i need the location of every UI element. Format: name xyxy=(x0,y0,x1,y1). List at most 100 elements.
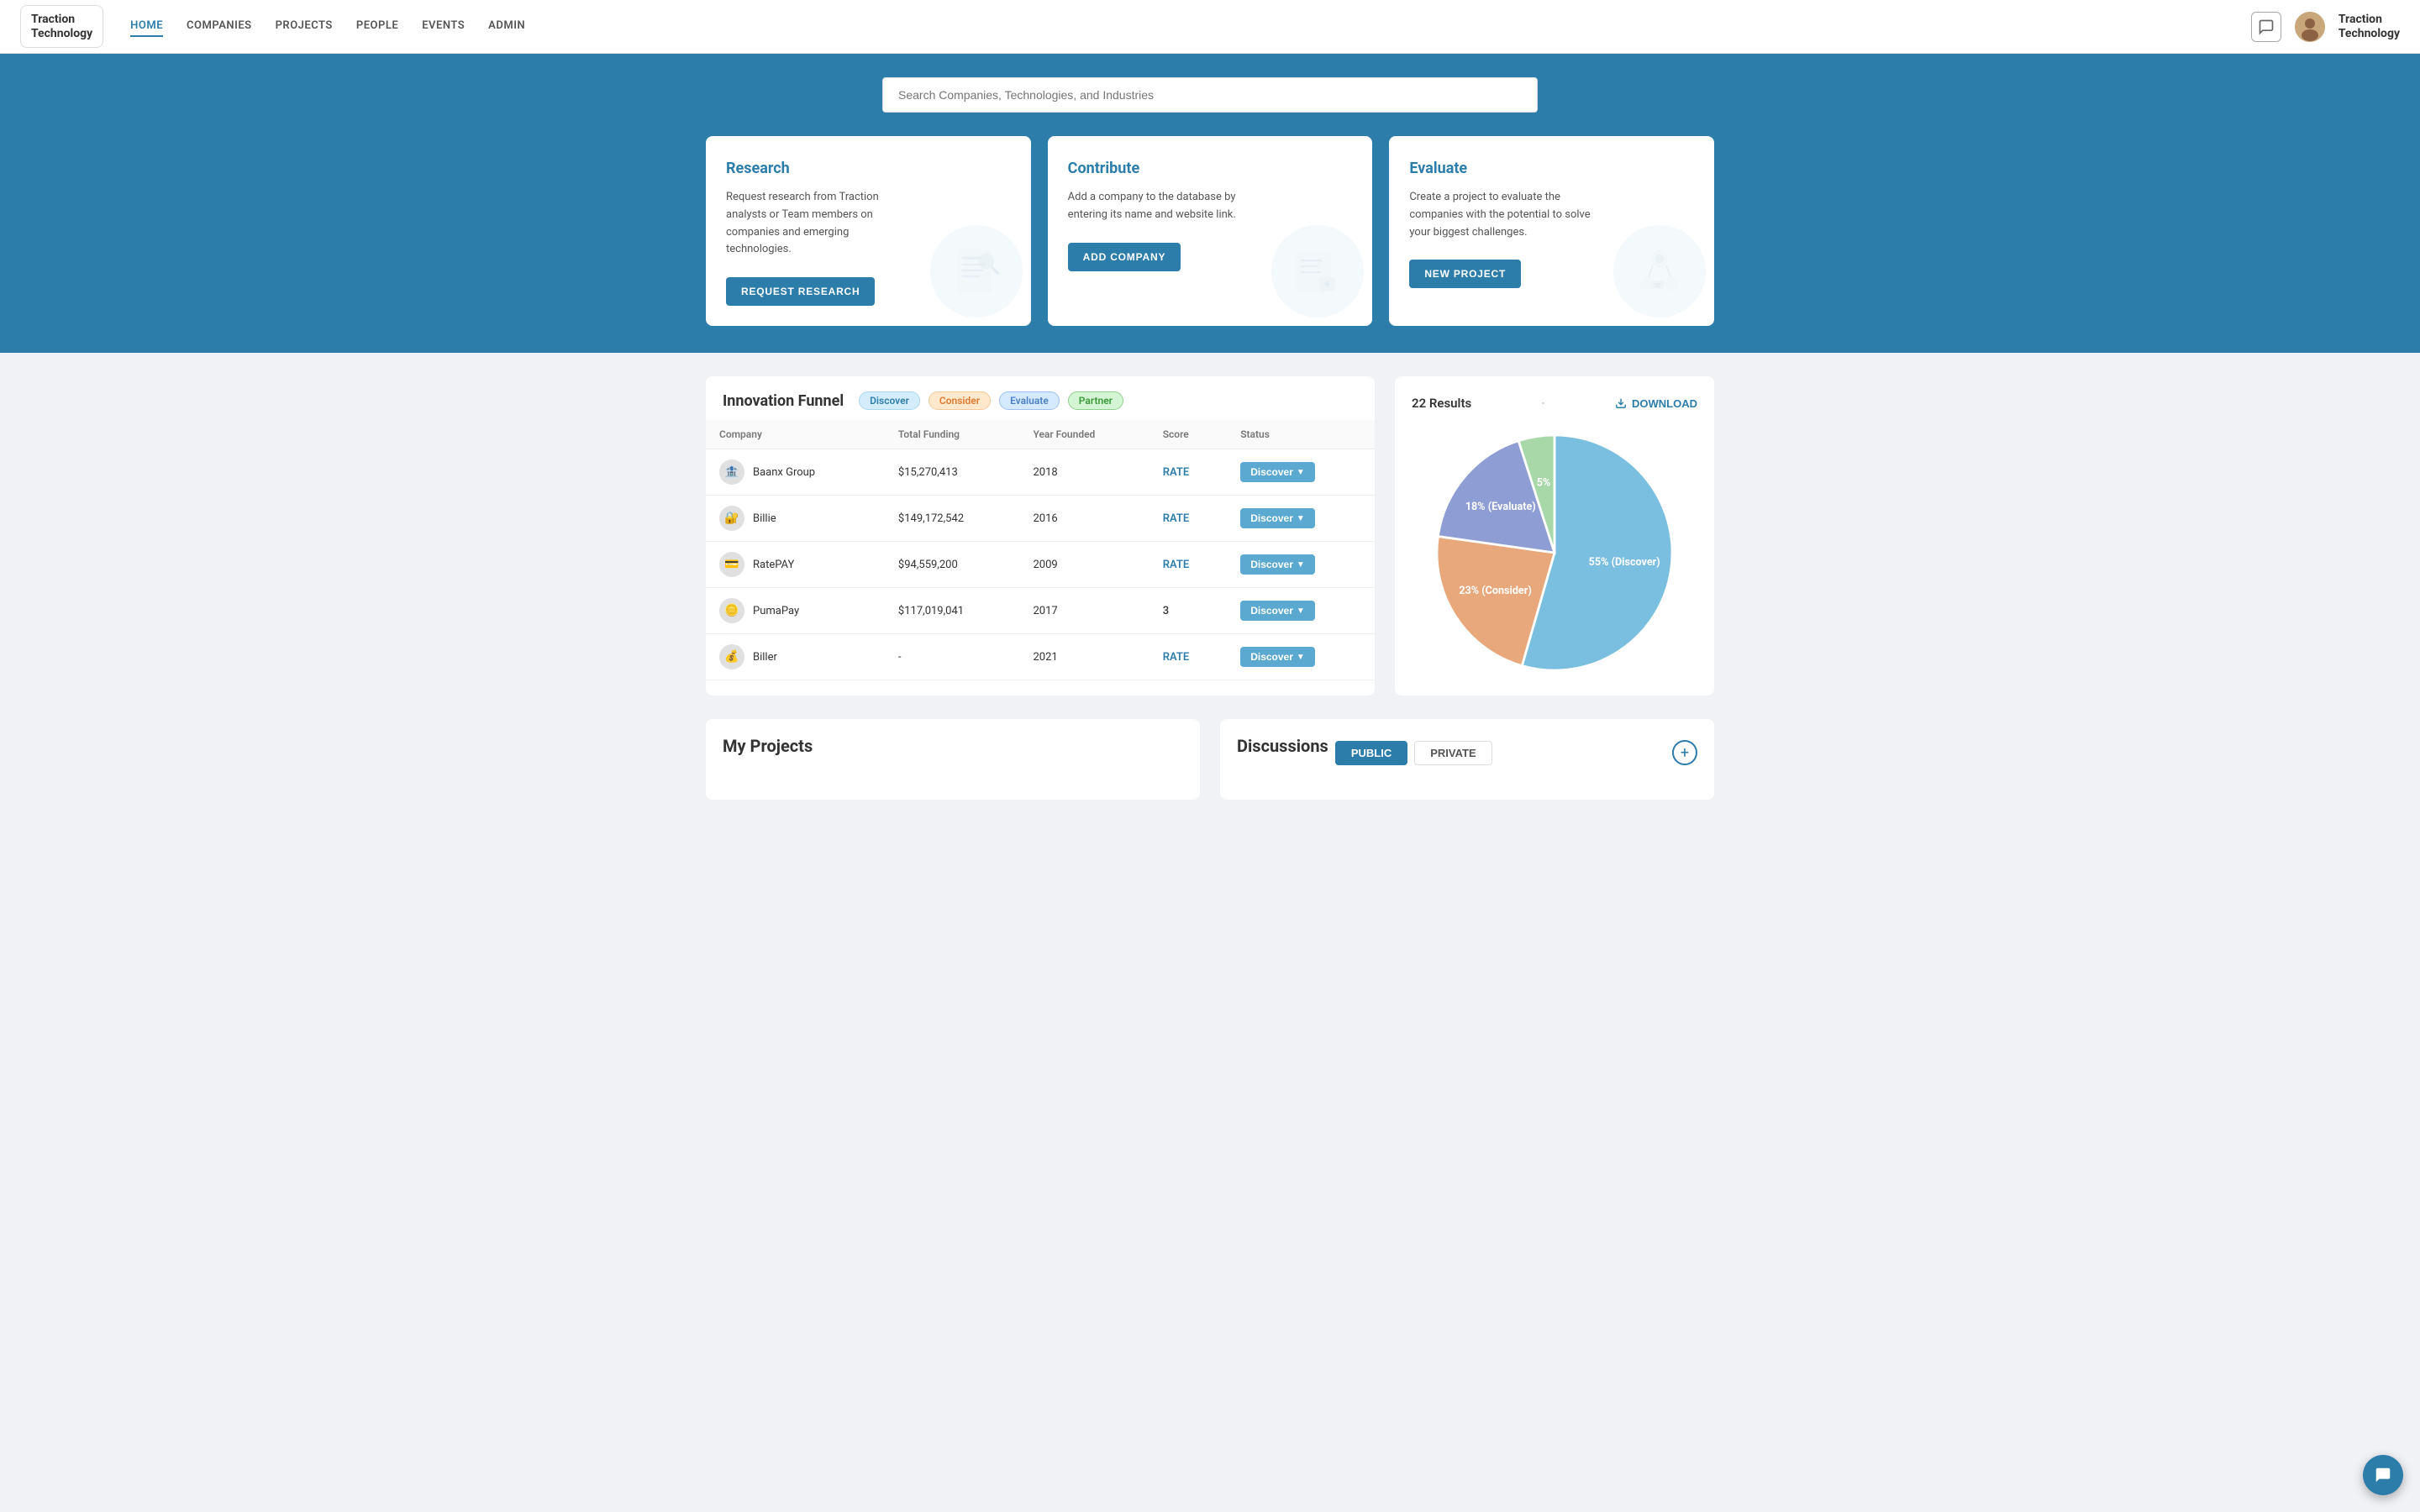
score-value: 3 xyxy=(1163,605,1169,617)
nav-people[interactable]: PEOPLE xyxy=(356,16,398,37)
chat-bubble-icon xyxy=(2374,1466,2392,1484)
navbar: Traction Technology HOME COMPANIES PROJE… xyxy=(0,0,2420,54)
add-company-button[interactable]: ADD COMPANY xyxy=(1068,243,1181,271)
company-logo: 💳 xyxy=(719,552,744,577)
hero-section xyxy=(0,54,2420,136)
main-content: Innovation Funnel Discover Consider Eval… xyxy=(689,353,1731,719)
discussions-public-tab[interactable]: PUBLIC xyxy=(1335,741,1407,765)
company-name[interactable]: Billie xyxy=(753,512,776,525)
company-year: 2018 xyxy=(1019,449,1149,496)
status-button[interactable]: Discover ▼ xyxy=(1240,647,1315,667)
my-projects-card: My Projects xyxy=(706,719,1200,800)
company-cell: 💳 RatePAY xyxy=(719,552,871,577)
chevron-down-icon: ▼ xyxy=(1297,653,1305,662)
logo-line1: Traction xyxy=(31,13,92,27)
research-card: Research Request research from Traction … xyxy=(706,136,1031,326)
research-desc: Request research from Traction analysts … xyxy=(726,189,911,259)
rate-link[interactable]: RATE xyxy=(1163,651,1189,664)
results-header: 22 Results · DOWNLOAD xyxy=(1412,393,1697,413)
company-funding: $15,270,413 xyxy=(885,449,1020,496)
right-panel: 22 Results · DOWNLOAD 55% (Discover)23% … xyxy=(1395,376,1714,696)
company-logo: 💰 xyxy=(719,644,744,669)
discussions-add-button[interactable]: + xyxy=(1672,740,1697,765)
company-funding: $117,019,041 xyxy=(885,588,1020,634)
company-logo: 🏦 xyxy=(719,459,744,485)
nav-events[interactable]: EVENTS xyxy=(422,16,465,37)
col-year: Year Founded xyxy=(1019,420,1149,449)
rate-link[interactable]: RATE xyxy=(1163,466,1189,479)
col-score: Score xyxy=(1150,420,1228,449)
chevron-down-icon: ▼ xyxy=(1297,606,1305,616)
results-separator: · xyxy=(1541,393,1545,413)
funnel-table: Company Total Funding Year Founded Score… xyxy=(706,420,1375,680)
company-name[interactable]: RatePAY xyxy=(753,559,794,571)
company-year: 2021 xyxy=(1019,634,1149,680)
my-projects-title: My Projects xyxy=(723,736,1183,756)
evaluate-card: Evaluate Create a project to evaluate th… xyxy=(1389,136,1714,326)
table-row: 💰 Biller - 2021 RATE Discover ▼ xyxy=(706,634,1375,680)
company-cell: 🪙 PumaPay xyxy=(719,598,871,623)
status-button[interactable]: Discover ▼ xyxy=(1240,554,1315,575)
badge-partner[interactable]: Partner xyxy=(1068,391,1123,410)
nav-home[interactable]: HOME xyxy=(130,16,163,37)
nav-projects[interactable]: PROJECTS xyxy=(276,16,333,37)
contribute-desc: Add a company to the database by enterin… xyxy=(1068,189,1253,224)
download-button[interactable]: DOWNLOAD xyxy=(1615,397,1697,410)
download-icon xyxy=(1615,397,1627,409)
discussions-title: Discussions xyxy=(1237,736,1328,756)
badge-discover[interactable]: Discover xyxy=(859,391,920,410)
company-name[interactable]: Baanx Group xyxy=(753,466,815,479)
funnel-title: Innovation Funnel xyxy=(723,392,844,410)
chevron-down-icon: ▼ xyxy=(1297,514,1305,523)
company-year: 2017 xyxy=(1019,588,1149,634)
status-button[interactable]: Discover ▼ xyxy=(1240,508,1315,528)
table-row: 🪙 PumaPay $117,019,041 2017 3 Discover ▼ xyxy=(706,588,1375,634)
rate-link[interactable]: RATE xyxy=(1163,512,1189,525)
pie-label-3: 5% xyxy=(1537,477,1551,490)
badge-consider[interactable]: Consider xyxy=(929,391,991,410)
badge-evaluate[interactable]: Evaluate xyxy=(999,391,1060,410)
evaluate-illustration xyxy=(1613,225,1706,318)
contribute-title: Contribute xyxy=(1068,160,1353,177)
nav-right: Traction Technology xyxy=(2251,12,2400,42)
research-title: Research xyxy=(726,160,1011,177)
discussions-header: Discussions PUBLIC PRIVATE + xyxy=(1237,736,1697,769)
status-button[interactable]: Discover ▼ xyxy=(1240,601,1315,621)
results-count: 22 Results xyxy=(1412,396,1471,411)
evaluate-title: Evaluate xyxy=(1409,160,1694,177)
brand-name: Traction Technology xyxy=(2338,13,2400,41)
discussions-private-tab[interactable]: PRIVATE xyxy=(1414,741,1491,765)
logo[interactable]: Traction Technology xyxy=(20,5,103,49)
company-year: 2016 xyxy=(1019,496,1149,542)
table-row: 🔐 Billie $149,172,542 2016 RATE Discover… xyxy=(706,496,1375,542)
company-cell: 💰 Biller xyxy=(719,644,871,669)
company-name[interactable]: PumaPay xyxy=(753,605,799,617)
company-cell: 🔐 Billie xyxy=(719,506,871,531)
company-funding: - xyxy=(885,634,1020,680)
company-logo: 🔐 xyxy=(719,506,744,531)
company-name[interactable]: Biller xyxy=(753,651,777,664)
company-cell: 🏦 Baanx Group xyxy=(719,459,871,485)
col-company: Company xyxy=(706,420,885,449)
chat-bubble-button[interactable] xyxy=(2363,1455,2403,1495)
chat-icon[interactable] xyxy=(2251,12,2281,42)
company-funding: $94,559,200 xyxy=(885,542,1020,588)
nav-admin[interactable]: ADMIN xyxy=(488,16,525,37)
request-research-button[interactable]: REQUEST RESEARCH xyxy=(726,277,875,306)
col-status: Status xyxy=(1227,420,1375,449)
research-illustration xyxy=(930,225,1023,318)
cards-section: Research Request research from Traction … xyxy=(0,136,2420,353)
funnel-section: Innovation Funnel Discover Consider Eval… xyxy=(706,376,1375,696)
status-button[interactable]: Discover ▼ xyxy=(1240,462,1315,482)
pie-label-0: 55% (Discover) xyxy=(1589,556,1660,569)
search-input[interactable] xyxy=(882,77,1538,113)
avatar[interactable] xyxy=(2295,12,2325,42)
table-row: 🏦 Baanx Group $15,270,413 2018 RATE Disc… xyxy=(706,449,1375,496)
rate-link[interactable]: RATE xyxy=(1163,559,1189,571)
funnel-table-wrapper[interactable]: Company Total Funding Year Founded Score… xyxy=(706,420,1375,680)
new-project-button[interactable]: NEW PROJECT xyxy=(1409,260,1521,288)
company-funding: $149,172,542 xyxy=(885,496,1020,542)
nav-companies[interactable]: COMPANIES xyxy=(187,16,252,37)
chevron-down-icon: ▼ xyxy=(1297,560,1305,570)
pie-svg: 55% (Discover)23% (Consider)18% (Evaluat… xyxy=(1437,435,1672,670)
